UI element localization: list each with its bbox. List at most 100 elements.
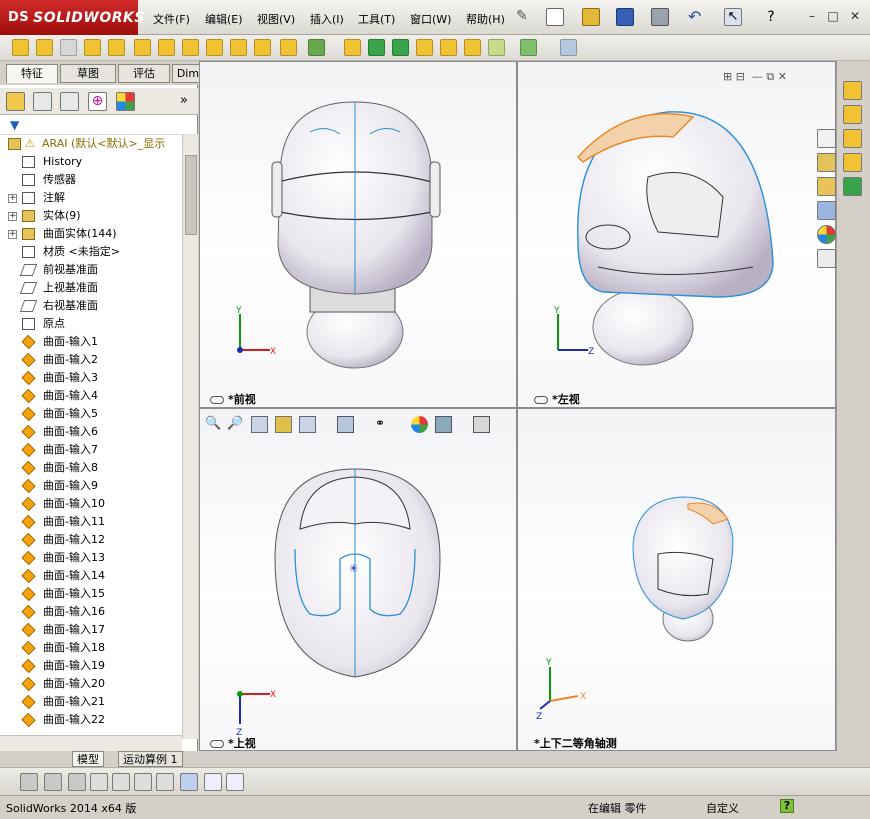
tree-root[interactable]: ⚠ ARAI (默认<默认>_显示 (0, 135, 182, 153)
tree-item[interactable]: 原点 (0, 315, 182, 333)
apply-scene-icon[interactable] (435, 416, 452, 433)
tree-item[interactable]: 曲面-输入11 (0, 513, 182, 531)
menu-view[interactable]: 视图(V) (257, 11, 295, 27)
menu-help[interactable]: 帮助(H) (466, 11, 505, 27)
tree-horizontal-scrollbar[interactable] (0, 735, 182, 751)
zoom-to-area-icon[interactable]: 🔎 (227, 416, 244, 433)
shell-icon[interactable] (392, 39, 409, 56)
tree-item[interactable]: 曲面-输入13 (0, 549, 182, 567)
tree-item[interactable]: 曲面-输入6 (0, 423, 182, 441)
expand-icon[interactable]: + (8, 194, 17, 203)
fillet-icon[interactable] (280, 39, 297, 56)
viewport-isometric[interactable]: Y X Z *上下二等角轴测 (517, 408, 836, 751)
tree-item[interactable]: 曲面-输入9 (0, 477, 182, 495)
display-manager-icon[interactable] (116, 92, 135, 111)
restore-icon[interactable]: □ (826, 9, 840, 23)
minimize-icon[interactable]: – (805, 9, 819, 23)
tree-item[interactable]: 曲面-输入16 (0, 603, 182, 621)
tree-item[interactable]: 曲面-输入1 (0, 333, 182, 351)
boundary-boss-icon[interactable] (108, 39, 125, 56)
view-settings-icon[interactable] (473, 416, 490, 433)
tab-evaluate[interactable]: 评估 (118, 64, 170, 83)
viewport-left[interactable]: Y Z *左视 ⊞ ⊟ — ⧉ ✕ (517, 61, 836, 408)
tree-item[interactable]: 传感器 (0, 171, 182, 189)
section-view-icon[interactable] (275, 416, 292, 433)
mirror-icon[interactable] (464, 39, 481, 56)
zoom-to-fit-icon[interactable]: 🔍 (205, 416, 222, 433)
pin-icon[interactable]: ✎ (516, 8, 534, 26)
tab-sketch[interactable]: 草图 (60, 64, 116, 83)
edit-appearance-icon[interactable] (411, 416, 428, 433)
feature-manager-tree-icon[interactable] (6, 92, 25, 111)
tab-model[interactable]: 模型 (72, 751, 104, 767)
tree-item[interactable]: 材质 <未指定> (0, 243, 182, 261)
property-manager-icon[interactable] (33, 92, 52, 111)
task-pane-icon-4[interactable] (843, 153, 862, 172)
custom-properties-icon[interactable] (817, 249, 836, 268)
viewport-window-controls[interactable]: ⊞ ⊟ — ⧉ ✕ (723, 70, 787, 84)
revolved-boss-icon[interactable] (36, 39, 53, 56)
configuration-manager-icon[interactable] (60, 92, 79, 111)
tree-item[interactable]: + 注解 (0, 189, 182, 207)
four-view-icon[interactable] (226, 773, 244, 791)
lofted-cut-icon[interactable] (230, 39, 247, 56)
tree-item[interactable]: + 实体(9) (0, 207, 182, 225)
tree-filter-row[interactable]: ▼ (0, 115, 198, 135)
extruded-boss-icon[interactable] (12, 39, 29, 56)
task-pane-icon-1[interactable] (843, 81, 862, 100)
single-view-icon[interactable] (180, 773, 198, 791)
close-icon[interactable]: ✕ (848, 9, 862, 23)
tab-motion-study[interactable]: 运动算例 1 (118, 751, 183, 767)
tree-item[interactable]: 曲面-输入14 (0, 567, 182, 585)
tree-item[interactable]: 右视基准面 (0, 297, 182, 315)
tree-item[interactable]: 曲面-输入4 (0, 387, 182, 405)
help-dropdown-icon[interactable]: ? (762, 8, 780, 26)
tree-vertical-scrollbar[interactable] (182, 135, 198, 739)
menu-tools[interactable]: 工具(T) (358, 11, 395, 27)
tab-features[interactable]: 特征 (6, 64, 58, 83)
tree-item[interactable]: 曲面-输入2 (0, 351, 182, 369)
tree-item[interactable]: 曲面-输入19 (0, 657, 182, 675)
menu-edit[interactable]: 编辑(E) (205, 11, 243, 27)
draft-quality-icon[interactable] (134, 773, 152, 791)
scrollbar-thumb[interactable] (185, 155, 197, 235)
appearances-icon[interactable] (817, 225, 836, 244)
new-document-icon[interactable] (546, 8, 564, 26)
extruded-cut-icon[interactable] (134, 39, 151, 56)
task-pane-icon-3[interactable] (843, 129, 862, 148)
solidworks-logo[interactable]: DS SOLIDWORKS (0, 0, 144, 35)
shaded-icon[interactable] (20, 773, 38, 791)
view-orientation-icon[interactable] (337, 416, 354, 433)
curves-icon[interactable] (520, 39, 537, 56)
tree-item[interactable]: 曲面-输入8 (0, 459, 182, 477)
tree-item[interactable]: 曲面-输入20 (0, 675, 182, 693)
viewport-front[interactable]: Y X *前视 (199, 61, 517, 408)
view-palette-icon[interactable] (817, 201, 836, 220)
tree-item[interactable]: 曲面-输入12 (0, 531, 182, 549)
design-library-icon[interactable] (817, 153, 836, 172)
task-pane-icon-2[interactable] (843, 105, 862, 124)
swept-boss-icon[interactable] (60, 39, 77, 56)
shaded-with-edges-icon[interactable] (44, 773, 62, 791)
wrap-icon[interactable] (416, 39, 433, 56)
help-status-icon[interactable]: ? (780, 799, 794, 813)
tree-item[interactable]: 前视基准面 (0, 261, 182, 279)
wireframe-icon[interactable] (112, 773, 130, 791)
perspective-icon[interactable] (156, 773, 174, 791)
linear-pattern-icon[interactable] (308, 39, 325, 56)
menu-insert[interactable]: 插入(I) (310, 11, 344, 27)
select-cursor-icon[interactable]: ↖ (724, 8, 742, 26)
draft-icon[interactable] (368, 39, 385, 56)
menu-window[interactable]: 窗口(W) (410, 11, 451, 27)
viewport-top[interactable]: ✳ X Z *上视 (199, 408, 517, 751)
instant3d-icon[interactable] (560, 39, 577, 56)
two-view-icon[interactable] (204, 773, 222, 791)
boundary-cut-icon[interactable] (254, 39, 271, 56)
task-pane-icon-5[interactable] (843, 177, 862, 196)
previous-view-icon[interactable] (251, 416, 268, 433)
reference-geometry-icon[interactable] (488, 39, 505, 56)
tree-item[interactable]: 曲面-输入17 (0, 621, 182, 639)
save-icon[interactable] (616, 8, 634, 26)
hidden-lines-visible-icon[interactable] (90, 773, 108, 791)
intersect-icon[interactable] (440, 39, 457, 56)
